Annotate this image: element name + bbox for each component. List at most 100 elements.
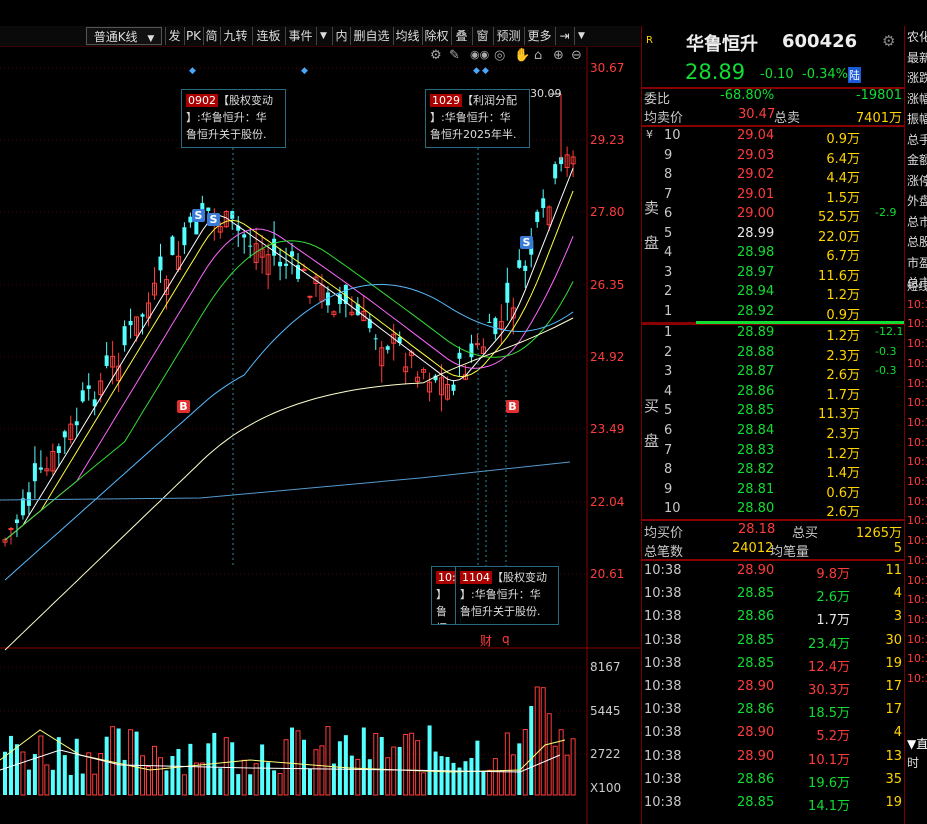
sell-signal-tag[interactable]: S bbox=[520, 236, 533, 249]
level-number: 3 bbox=[664, 364, 673, 380]
price-axis-label: 26.35 bbox=[590, 278, 625, 292]
far-right-bottom[interactable]: ▼直 bbox=[907, 735, 927, 752]
sell-level-row[interactable]: 5 28.99 22.0万 bbox=[642, 225, 904, 245]
pen-icon[interactable]: ✎ bbox=[449, 48, 460, 63]
buy-level-row[interactable]: 2 28.88 2.3万 -0.3 bbox=[642, 344, 904, 364]
tick-row[interactable]: 10:38 28.86 19.6万 35 bbox=[642, 771, 904, 791]
pin-right-icon[interactable]: ⇥ bbox=[555, 27, 573, 45]
zoom-out-icon[interactable]: ⊖ bbox=[571, 48, 582, 63]
buy-level-row[interactable]: 5 28.85 11.3万 bbox=[642, 402, 904, 422]
sell-level-row[interactable]: 8 29.02 4.4万 bbox=[642, 166, 904, 186]
q-mark[interactable]: q bbox=[502, 632, 510, 646]
total-buy-value: 1265万 bbox=[855, 526, 902, 541]
buy-level-row[interactable]: 8 28.82 1.4万 bbox=[642, 461, 904, 481]
sell-level-row[interactable]: 7 29.01 1.5万 bbox=[642, 186, 904, 206]
toolbar-button[interactable]: 九转 bbox=[220, 27, 250, 45]
tick-count: 11 bbox=[885, 563, 902, 578]
sell-level-row[interactable]: 1 28.92 0.9万 bbox=[642, 303, 904, 323]
buy-level-row[interactable]: 1 28.89 1.2万 -12.1 bbox=[642, 324, 904, 344]
sell-signal-tag[interactable]: S bbox=[192, 209, 205, 222]
tick-row[interactable]: 10:38 28.90 9.8万 11 bbox=[642, 562, 904, 582]
toolbar-button[interactable]: 更多 bbox=[524, 27, 554, 45]
volume-bar bbox=[319, 745, 325, 796]
level-price: 29.02 bbox=[737, 167, 775, 182]
tick-count: 19 bbox=[885, 655, 902, 671]
candle bbox=[68, 415, 74, 444]
buy-level-row[interactable]: 6 28.84 2.3万 bbox=[642, 422, 904, 442]
buy-level-row[interactable]: 9 28.81 0.6万 bbox=[642, 481, 904, 501]
event-annotation-1029[interactable]: 1029 【利润分配 】:华鲁恒升：华 鲁恒升2025年半. bbox=[425, 89, 530, 148]
sell-level-row[interactable]: 4 28.98 6.7万 bbox=[642, 244, 904, 264]
toolbar-button[interactable]: 预测 bbox=[493, 27, 523, 45]
tick-count: 13 bbox=[885, 748, 902, 764]
eye-icon[interactable]: ◎ bbox=[494, 48, 505, 63]
lock-icon[interactable]: ⌂ bbox=[534, 48, 542, 63]
settings-gear-icon[interactable]: ⚙ bbox=[882, 32, 895, 50]
sell-level-row[interactable]: 2 28.94 1.2万 bbox=[642, 283, 904, 303]
tick-row[interactable]: 10:38 28.85 14.1万 19 bbox=[642, 794, 904, 814]
toolbar-button[interactable]: 叠 bbox=[451, 27, 471, 45]
toolbar-button[interactable]: 发 bbox=[165, 27, 183, 45]
volume-bar bbox=[492, 758, 498, 796]
weibi-label: 委比 bbox=[644, 92, 671, 107]
event-dropdown-icon[interactable]: ▼ bbox=[316, 27, 330, 45]
sell-level-row[interactable]: 3 28.97 11.6万 bbox=[642, 264, 904, 284]
finance-mark[interactable]: 财 bbox=[480, 632, 492, 649]
link-icon[interactable]: ◉◉ bbox=[470, 48, 489, 61]
event-diamond-icon[interactable]: ◆ bbox=[301, 66, 308, 76]
total-sell-label: 总卖 bbox=[774, 111, 801, 126]
tick-row[interactable]: 10:38 28.86 18.5万 17 bbox=[642, 701, 904, 721]
deals-label: 总笔数 bbox=[644, 545, 684, 560]
toolbar-button[interactable]: 连板 bbox=[252, 27, 284, 45]
event-annotation-1104[interactable]: 1104 【股权变动 】:华鲁恒升：华 鲁恒升关于股份. bbox=[455, 566, 559, 625]
buy-signal-tag[interactable]: B bbox=[177, 400, 190, 413]
chart-type-select[interactable]: 普通K线 ▼ bbox=[86, 27, 162, 45]
level-number: 8 bbox=[664, 462, 673, 478]
toolbar-button[interactable]: 除权 bbox=[422, 27, 450, 45]
far-right-item: 10:3 bbox=[907, 435, 927, 449]
toolbar-button[interactable]: PK bbox=[184, 27, 202, 45]
buy-level-row[interactable]: 7 28.83 1.2万 bbox=[642, 442, 904, 462]
sell-level-row[interactable]: 6 29.00 52.5万 -2.9 bbox=[642, 205, 904, 225]
hand-icon[interactable]: ✋ bbox=[514, 48, 530, 63]
buy-signal-tag[interactable]: B bbox=[506, 400, 519, 413]
toolbar-button[interactable]: 删自选 bbox=[350, 27, 392, 45]
buy-level-row[interactable]: 10 28.80 2.6万 bbox=[642, 500, 904, 520]
tick-row[interactable]: 10:38 28.90 10.1万 13 bbox=[642, 748, 904, 768]
tick-row[interactable]: 10:38 28.85 2.6万 4 bbox=[642, 585, 904, 605]
tick-row[interactable]: 10:38 28.85 12.4万 19 bbox=[642, 655, 904, 675]
buy-level-row[interactable]: 3 28.87 2.6万 -0.3 bbox=[642, 363, 904, 383]
zoom-in-icon[interactable]: ⊕ bbox=[553, 48, 564, 63]
toolbar-button[interactable]: 窗 bbox=[472, 27, 492, 45]
sell-level-row[interactable]: 9 29.03 6.4万 bbox=[642, 147, 904, 167]
level-number: 7 bbox=[664, 186, 673, 202]
toolbar-button[interactable]: 均线 bbox=[393, 27, 421, 45]
buy-level-row[interactable]: 4 28.86 1.7万 bbox=[642, 383, 904, 403]
level-number: 1 bbox=[664, 303, 673, 319]
tick-row[interactable]: 10:38 28.90 30.3万 17 bbox=[642, 678, 904, 698]
tick-count: 4 bbox=[893, 725, 902, 741]
k-line-chart[interactable] bbox=[0, 47, 640, 824]
event-diamond-icon[interactable]: ◆ bbox=[189, 66, 196, 76]
sell-signal-tag[interactable]: S bbox=[207, 213, 220, 226]
settings-icon[interactable]: ⚙ bbox=[430, 48, 442, 63]
sell-level-row[interactable]: ¥10 29.04 0.9万 bbox=[642, 127, 904, 147]
event-diamond-icon[interactable]: ◆ bbox=[473, 66, 480, 76]
more-dropdown-icon[interactable]: ▼ bbox=[574, 27, 588, 45]
level-number: 5 bbox=[664, 225, 673, 241]
far-right-label: 直 bbox=[916, 737, 927, 751]
tick-price: 28.86 bbox=[737, 771, 775, 787]
volume-bar bbox=[570, 738, 576, 796]
toolbar-button[interactable]: 内 bbox=[332, 27, 350, 45]
toolbar-button[interactable]: 事件 bbox=[285, 27, 315, 45]
tick-row[interactable]: 10:38 28.85 23.4万 30 bbox=[642, 632, 904, 652]
volume-bar bbox=[230, 742, 235, 795]
event-diamond-icon[interactable]: ◆ bbox=[482, 66, 489, 76]
event-annotation-0902[interactable]: 0902 【股权变动 】:华鲁恒升：华 鲁恒升关于股份. bbox=[181, 89, 286, 148]
tick-row[interactable]: 10:38 28.90 5.2万 4 bbox=[642, 724, 904, 744]
price-axis-label: 22.04 bbox=[590, 495, 625, 509]
volume-bar bbox=[475, 740, 480, 795]
toolbar-button[interactable]: 简 bbox=[203, 27, 219, 45]
tick-row[interactable]: 10:38 28.86 1.7万 3 bbox=[642, 608, 904, 628]
far-right-item: 市盈 bbox=[907, 255, 927, 270]
